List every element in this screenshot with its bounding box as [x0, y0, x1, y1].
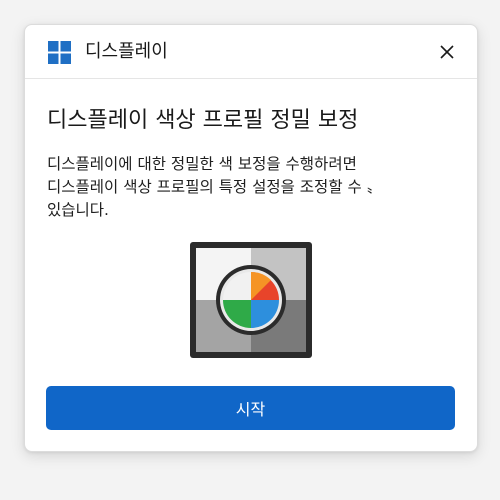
description-text: 디스플레이에 대한 정밀한 색 보정을 수행하려면 디스플레이 색상 프로필의 … [47, 153, 457, 222]
close-button[interactable] [433, 38, 461, 66]
start-button[interactable]: 시작 [46, 386, 455, 430]
title-bar: 디스플레이 [25, 25, 477, 79]
color-calibration-icon [190, 242, 312, 358]
window-title: 디스플레이 [85, 41, 168, 62]
close-icon [440, 45, 454, 59]
description-line: 있습니다. [47, 201, 109, 219]
windows-logo-icon [48, 41, 71, 64]
display-dialog: 디스플레이 디스플레이 색상 프로필 정밀 보정 디스플레이에 대한 정밀한 색… [24, 24, 478, 452]
description-line: 디스플레이에 대한 정밀한 색 보정을 수행하려면 [47, 155, 357, 173]
description-line: 디스플레이 색상 프로필의 특정 설정을 조정할 수 〟 [47, 178, 383, 196]
page-heading: 디스플레이 색상 프로필 정밀 보정 [47, 108, 359, 133]
